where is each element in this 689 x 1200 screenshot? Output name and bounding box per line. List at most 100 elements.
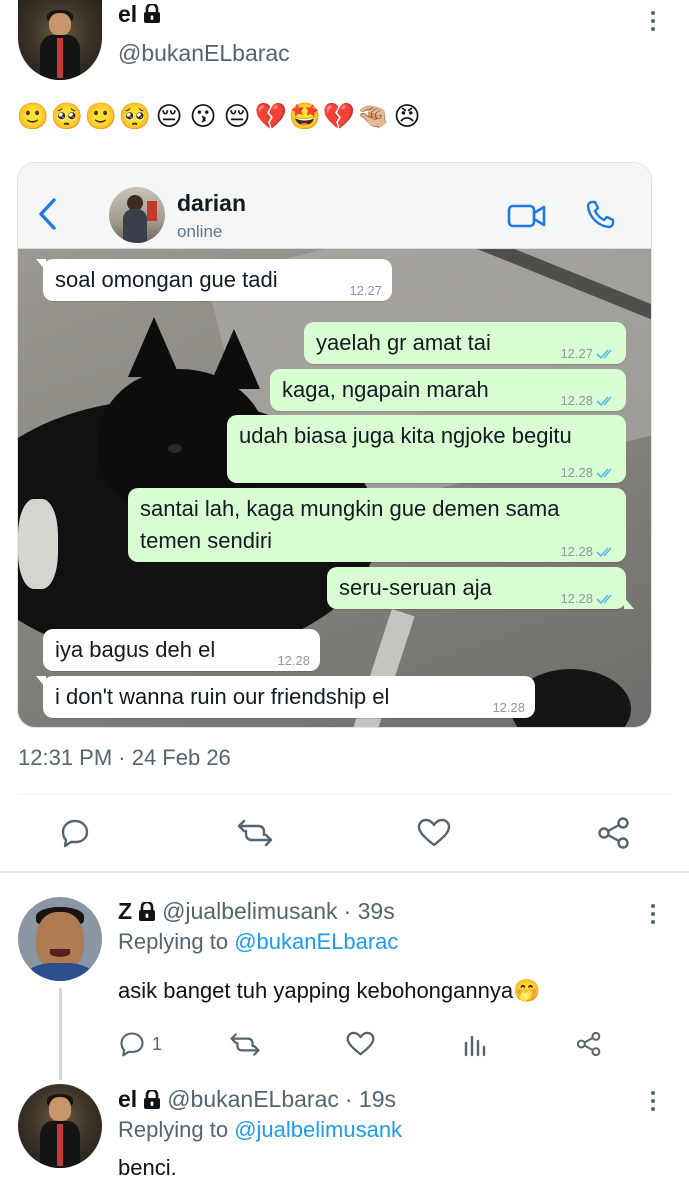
section-divider xyxy=(0,871,689,873)
message-outgoing: kaga, ngapain marah 12.28 xyxy=(270,369,626,411)
star-struck-emoji: 🤩 xyxy=(288,102,322,132)
message-meta: 12.27 xyxy=(349,283,382,299)
message-meta: 12.27 xyxy=(560,346,616,362)
slight-smile-emoji: 🙂 xyxy=(16,102,50,132)
reply-icon[interactable] xyxy=(59,817,91,849)
tweet-text: 🙂 🥺 🙂 🥺 😔 😗 😔 💔 🤩 💔 🤏🏼 😠 xyxy=(16,102,422,132)
video-call-icon xyxy=(507,204,546,228)
message-time: 12.27 xyxy=(349,283,382,298)
message-time: 12.28 xyxy=(492,700,525,715)
message-meta: 12.28 xyxy=(560,544,616,560)
message-text: kaga, ngapain marah xyxy=(282,377,489,402)
reply-text: benci. xyxy=(118,1155,177,1180)
contact-avatar-body xyxy=(123,209,147,243)
message-meta: 12.28 xyxy=(560,465,616,481)
avatar-figure-sash xyxy=(56,38,64,79)
thread-connector-line xyxy=(59,988,62,1080)
message-outgoing: udah biasa juga kita ngjoke begitu 12.28 xyxy=(227,415,626,483)
reply-count: 1 xyxy=(152,1033,163,1054)
pleading-emoji: 🥺 xyxy=(118,102,152,132)
message-time: 12.28 xyxy=(560,544,593,559)
pensive-emoji: 😔 xyxy=(223,102,251,132)
reply-text: asik banget tuh yapping kebohongannya🤭 xyxy=(118,978,541,1003)
message-text: seru-seruan aja xyxy=(339,575,492,600)
message-meta: 12.28 xyxy=(492,700,525,716)
more-options-icon[interactable] xyxy=(650,904,656,928)
cat-white-patch xyxy=(18,499,58,589)
message-outgoing: seru-seruan aja 12.28 xyxy=(327,567,634,609)
read-receipt-icon xyxy=(596,349,612,360)
message-time: 12.28 xyxy=(560,591,593,606)
message-text: udah biasa juga kita ngjoke begitu xyxy=(239,423,572,448)
back-chevron-icon xyxy=(39,198,56,230)
read-receipt-icon xyxy=(596,396,612,407)
kissing-emoji: 😗 xyxy=(189,102,217,132)
retweet-icon[interactable] xyxy=(229,1031,261,1058)
replying-to-link[interactable]: @bukanELbarac xyxy=(234,929,398,954)
avatar-figure-sash xyxy=(56,1124,64,1167)
avatar-figure-head xyxy=(49,12,71,36)
contact-avatar xyxy=(109,187,165,243)
contact-avatar-bg-object xyxy=(147,201,157,221)
message-text: iya bagus deh el xyxy=(55,637,216,662)
message-meta: 12.28 xyxy=(560,393,616,409)
reply-author-handle[interactable]: @bukanELbarac xyxy=(167,1086,339,1113)
message-incoming: iya bagus deh el 12.28 xyxy=(43,629,320,671)
message-meta: 12.28 xyxy=(277,653,310,669)
author-handle[interactable]: @bukanELbarac xyxy=(118,40,290,67)
protected-lock-icon xyxy=(144,1089,161,1109)
reply-action[interactable]: 1 xyxy=(118,1030,162,1058)
cat-ear xyxy=(128,317,180,377)
replying-to-link[interactable]: @jualbelimusank xyxy=(234,1117,402,1142)
reply-icon xyxy=(120,1032,144,1057)
replying-to-label: Replying to xyxy=(118,929,229,954)
cat-eye xyxy=(168,444,182,453)
tweet-timestamp[interactable]: 12:31 PM · 24 Feb 26 xyxy=(18,745,231,771)
reply-age[interactable]: · 19s xyxy=(345,1086,396,1113)
chat-screenshot-image[interactable]: darian online soal omongan gue tadi 12.2… xyxy=(17,162,652,728)
contact-status: online xyxy=(177,222,223,241)
pleading-emoji: 🥺 xyxy=(50,102,84,132)
share-icon[interactable] xyxy=(597,816,631,850)
message-text-line-1: santai lah, kaga mungkin gue demen sama xyxy=(140,496,560,521)
chat-header: darian online xyxy=(18,163,651,249)
replying-to-line: Replying to @jualbelimusank xyxy=(118,1117,402,1143)
share-icon[interactable] xyxy=(576,1031,602,1057)
read-receipt-icon xyxy=(596,594,612,605)
message-incoming: i don't wanna ruin our friendship el 12.… xyxy=(36,676,535,718)
retweet-icon[interactable] xyxy=(236,817,274,849)
protected-lock-icon xyxy=(139,901,156,921)
pensive-emoji: 😔 xyxy=(155,102,183,132)
message-incoming: soal omongan gue tadi 12.27 xyxy=(36,259,392,301)
reply-author-handle[interactable]: @jualbelimusank xyxy=(162,898,338,925)
reply-author-name[interactable]: el xyxy=(118,1086,137,1113)
author-name[interactable]: el xyxy=(118,1,137,28)
replying-to-label: Replying to xyxy=(118,1117,229,1142)
like-heart-icon[interactable] xyxy=(417,818,451,848)
protected-lock-icon xyxy=(144,4,161,23)
more-options-icon[interactable] xyxy=(650,1091,656,1115)
analytics-icon[interactable] xyxy=(463,1031,487,1057)
reply-avatar-el[interactable] xyxy=(18,1084,102,1168)
angry-emoji: 😠 xyxy=(393,102,421,132)
bubble-tail xyxy=(36,676,46,688)
message-time: 12.28 xyxy=(560,393,593,408)
more-options-icon[interactable] xyxy=(650,11,656,35)
phone-call-icon xyxy=(586,200,615,229)
reply-author-name[interactable]: Z xyxy=(118,898,132,925)
message-meta: 12.28 xyxy=(560,591,616,607)
reply-age[interactable]: · 39s xyxy=(344,898,395,925)
author-avatar[interactable] xyxy=(18,0,102,80)
message-time: 12.28 xyxy=(277,653,310,668)
message-time: 12.27 xyxy=(560,346,593,361)
reply-2-header: el @bukanELbarac · 19s xyxy=(118,1086,396,1113)
bubble-tail xyxy=(624,597,634,609)
reply-1-header: Z @jualbelimusank · 39s xyxy=(118,898,395,925)
reply-avatar-z[interactable] xyxy=(18,897,102,981)
message-time: 12.28 xyxy=(560,465,593,480)
avatar-figure-head xyxy=(49,1097,71,1121)
message-text: i don't wanna ruin our friendship el xyxy=(55,684,390,709)
slight-smile-emoji: 🙂 xyxy=(84,102,118,132)
message-outgoing: yaelah gr amat tai 12.27 xyxy=(304,322,626,364)
like-heart-icon[interactable] xyxy=(346,1031,375,1057)
